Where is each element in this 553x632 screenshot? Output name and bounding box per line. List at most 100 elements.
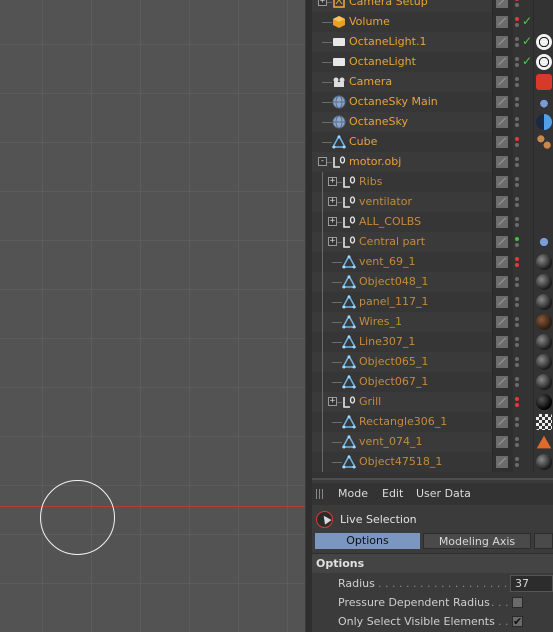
render-visibility-dot[interactable] xyxy=(515,243,519,247)
layer-icon[interactable] xyxy=(496,116,508,128)
visibility-dots[interactable] xyxy=(513,232,533,252)
layer-cell[interactable] xyxy=(492,192,513,212)
layer-cell[interactable] xyxy=(492,132,513,152)
menu-edit[interactable]: Edit xyxy=(382,487,403,500)
render-visibility-dot[interactable] xyxy=(515,223,519,227)
object-row[interactable]: + Central part xyxy=(312,232,553,252)
visibility-dots[interactable]: ✓ xyxy=(513,52,533,72)
checker-tag-icon[interactable] xyxy=(536,414,552,430)
tree-cell[interactable]: vent_69_1 xyxy=(312,252,492,272)
tree-cell[interactable]: Camera xyxy=(312,72,492,92)
render-visibility-dot[interactable] xyxy=(515,283,519,287)
menu-mode[interactable]: Mode xyxy=(338,487,368,500)
render-visibility-dot[interactable] xyxy=(515,43,519,47)
expand-icon[interactable]: + xyxy=(328,177,337,186)
layer-cell[interactable] xyxy=(492,252,513,272)
object-row[interactable]: + ventilator xyxy=(312,192,553,212)
tree-cell[interactable]: + Grill xyxy=(312,392,492,412)
dark-sphere-tag-icon[interactable] xyxy=(536,334,552,350)
object-row[interactable]: Wires_1 xyxy=(312,312,553,332)
visibility-dots[interactable] xyxy=(513,172,533,192)
layer-cell[interactable] xyxy=(492,152,513,172)
editor-visibility-dot[interactable] xyxy=(515,57,519,61)
object-name[interactable]: Ribs xyxy=(359,175,382,188)
layer-icon[interactable] xyxy=(496,276,508,288)
visibility-dots[interactable] xyxy=(513,332,533,352)
panel-divider[interactable] xyxy=(305,0,312,632)
render-visibility-dot[interactable] xyxy=(515,463,519,467)
editor-visibility-dot[interactable] xyxy=(515,137,519,141)
object-row[interactable]: panel_117_1 xyxy=(312,292,553,312)
object-name[interactable]: vent_69_1 xyxy=(359,255,416,268)
tags-cell[interactable] xyxy=(533,12,553,32)
orange-cone-tag-icon[interactable] xyxy=(536,435,552,449)
layer-cell[interactable] xyxy=(492,72,513,92)
layer-cell[interactable] xyxy=(492,32,513,52)
object-name[interactable]: Line307_1 xyxy=(359,335,415,348)
render-visibility-dot[interactable] xyxy=(515,383,519,387)
layer-icon[interactable] xyxy=(496,156,508,168)
tree-cell[interactable]: - motor.obj xyxy=(312,152,492,172)
editor-visibility-dot[interactable] xyxy=(515,117,519,121)
visibility-dots[interactable] xyxy=(513,392,533,412)
object-row[interactable]: Line307_1 xyxy=(312,332,553,352)
render-visibility-dot[interactable] xyxy=(515,123,519,127)
tree-cell[interactable]: Object47518_1 xyxy=(312,452,492,472)
object-name[interactable]: OctaneLight.1 xyxy=(349,35,426,48)
object-name[interactable]: OctaneSky Main xyxy=(349,95,438,108)
blue-sphere-tag-icon[interactable] xyxy=(536,234,552,250)
tags-cell[interactable] xyxy=(533,332,553,352)
object-name[interactable]: panel_117_1 xyxy=(359,295,429,308)
tree-cell[interactable]: + Central part xyxy=(312,232,492,252)
object-name[interactable]: ALL_COLBS xyxy=(359,215,421,228)
object-row[interactable]: - motor.obj xyxy=(312,152,553,172)
render-visibility-dot[interactable] xyxy=(515,323,519,327)
editor-visibility-dot[interactable] xyxy=(515,317,519,321)
tree-cell[interactable]: Rectangle306_1 xyxy=(312,412,492,432)
layer-icon[interactable] xyxy=(496,436,508,448)
render-visibility-dot[interactable] xyxy=(515,443,519,447)
layer-icon[interactable] xyxy=(496,36,508,48)
tags-cell[interactable] xyxy=(533,112,553,132)
tags-cell[interactable] xyxy=(533,212,553,232)
render-visibility-dot[interactable] xyxy=(515,143,519,147)
tree-cell[interactable]: OctaneSky xyxy=(312,112,492,132)
visibility-dots[interactable] xyxy=(513,72,533,92)
layer-icon[interactable] xyxy=(496,456,508,468)
tags-cell[interactable] xyxy=(533,252,553,272)
object-row[interactable]: Object067_1 xyxy=(312,372,553,392)
render-visibility-dot[interactable] xyxy=(515,103,519,107)
tags-cell[interactable] xyxy=(533,272,553,292)
enabled-check-icon[interactable]: ✓ xyxy=(522,14,532,28)
editor-visibility-dot[interactable] xyxy=(515,177,519,181)
tags-cell[interactable] xyxy=(533,132,553,152)
render-visibility-dot[interactable] xyxy=(515,3,519,7)
tree-cell[interactable]: Object048_1 xyxy=(312,272,492,292)
editor-visibility-dot[interactable] xyxy=(515,77,519,81)
visibility-dots[interactable]: ✓ xyxy=(513,12,533,32)
dark-sphere-tag-icon[interactable] xyxy=(536,374,552,390)
layer-icon[interactable] xyxy=(496,176,508,188)
object-name[interactable]: OctaneLight xyxy=(349,55,416,68)
visibility-dots[interactable] xyxy=(513,272,533,292)
editor-visibility-dot[interactable] xyxy=(515,97,519,101)
visibility-dots[interactable] xyxy=(513,92,533,112)
object-row[interactable]: OctaneLight ✓ xyxy=(312,52,553,72)
render-visibility-dot[interactable] xyxy=(515,303,519,307)
editor-visibility-dot[interactable] xyxy=(515,197,519,201)
visibility-dots[interactable] xyxy=(513,252,533,272)
editor-visibility-dot[interactable] xyxy=(515,297,519,301)
layer-cell[interactable] xyxy=(492,52,513,72)
tree-cell[interactable]: Cube xyxy=(312,132,492,152)
tree-cell[interactable]: Line307_1 xyxy=(312,332,492,352)
object-name[interactable]: OctaneSky xyxy=(349,115,408,128)
visibility-dots[interactable] xyxy=(513,292,533,312)
object-row[interactable]: Object47518_1 xyxy=(312,452,553,472)
tags-cell[interactable] xyxy=(533,352,553,372)
layer-icon[interactable] xyxy=(496,236,508,248)
layer-cell[interactable] xyxy=(492,112,513,132)
object-row[interactable]: OctaneSky Main xyxy=(312,92,553,112)
render-visibility-dot[interactable] xyxy=(515,23,519,27)
dark-sphere-tag-icon[interactable] xyxy=(536,274,552,290)
tags-cell[interactable] xyxy=(533,412,553,432)
